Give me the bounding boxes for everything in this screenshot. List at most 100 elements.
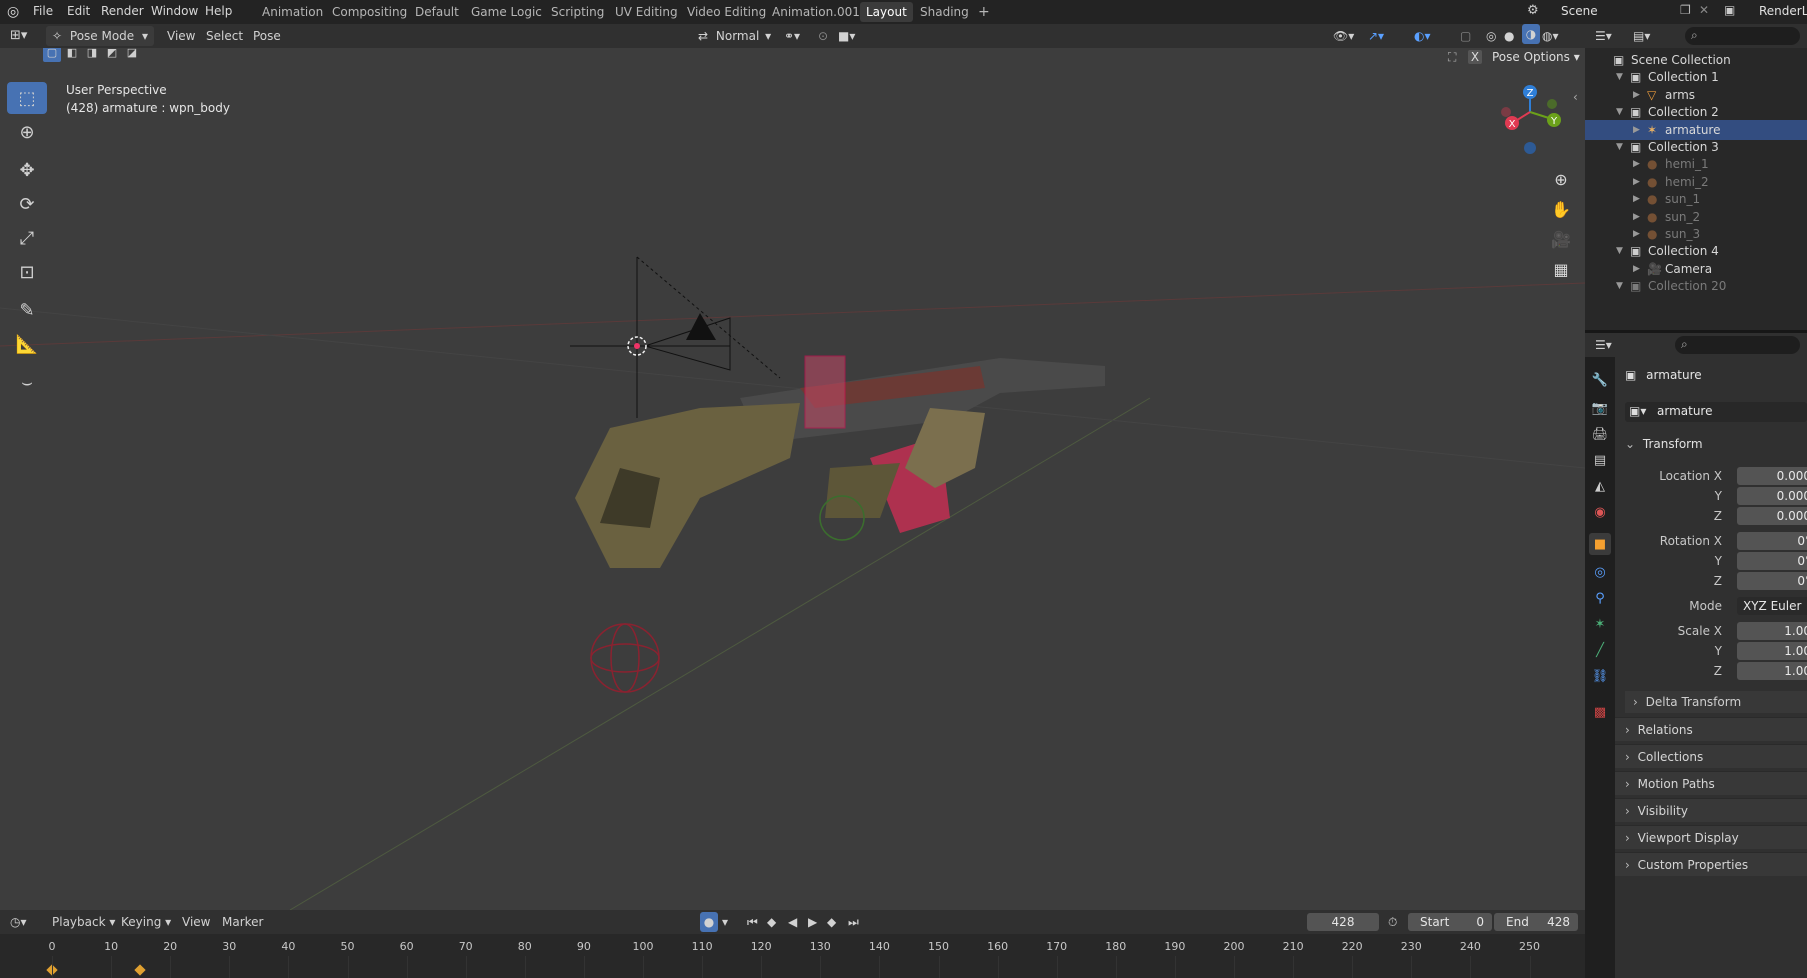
- annotate-tool[interactable]: ✎: [7, 294, 47, 326]
- select-extend-icon[interactable]: ◧: [63, 48, 81, 59]
- relations-panel[interactable]: › Relations: [1615, 717, 1807, 741]
- visibility-panel[interactable]: › Visibility: [1615, 798, 1807, 822]
- rotate-tool[interactable]: ⟳: [7, 188, 47, 220]
- copy-scene-icon[interactable]: ❐: [1680, 3, 1691, 17]
- bone-tab-icon[interactable]: ╱: [1589, 639, 1611, 661]
- transform-tool[interactable]: ⊡: [7, 256, 47, 288]
- rotation-z-field[interactable]: 0°: [1737, 572, 1807, 590]
- tab-uv-editing[interactable]: UV Editing: [609, 2, 684, 22]
- tab-default[interactable]: Default: [409, 2, 465, 22]
- tab-layout[interactable]: Layout: [860, 2, 913, 22]
- start-frame-field[interactable]: Start 0: [1408, 913, 1492, 931]
- snap-target-icon[interactable]: ■▾: [838, 26, 855, 46]
- jump-end-icon[interactable]: ⏭: [848, 912, 859, 932]
- measure-tool[interactable]: 📐: [7, 328, 47, 360]
- wireframe-shading-icon[interactable]: ◎: [1486, 26, 1496, 46]
- menu-marker[interactable]: Marker: [222, 912, 263, 932]
- menu-view[interactable]: View: [167, 26, 195, 46]
- mode-dropdown[interactable]: ✧ Pose Mode ▾: [46, 26, 154, 46]
- select-new-icon[interactable]: ▢: [43, 48, 61, 62]
- viewport-display-panel[interactable]: › Viewport Display: [1615, 825, 1807, 849]
- menu-render[interactable]: Render: [101, 0, 144, 24]
- armature-data-tab-icon[interactable]: ✶: [1589, 613, 1611, 635]
- tab-scripting[interactable]: Scripting: [545, 2, 610, 22]
- material-shading-icon[interactable]: ◑: [1522, 24, 1540, 44]
- ortho-grid-icon[interactable]: ▦: [1548, 256, 1574, 282]
- rotation-y-field[interactable]: 0°: [1737, 552, 1807, 570]
- outliner-search-input[interactable]: ⌕: [1685, 27, 1800, 45]
- tab-compositing[interactable]: Compositing: [326, 2, 413, 22]
- select-subtract-icon[interactable]: ◨: [83, 48, 101, 59]
- editor-type-icon[interactable]: ⊞▾: [10, 26, 27, 46]
- physics-tab-icon[interactable]: ◎: [1589, 561, 1611, 583]
- zoom-icon[interactable]: ⊕: [1548, 166, 1574, 192]
- bone-size-tool[interactable]: ⌣: [7, 366, 47, 398]
- view-layer-tab-icon[interactable]: ▤: [1589, 449, 1611, 471]
- constraints-tab-icon[interactable]: ⚲: [1589, 587, 1611, 609]
- add-workspace-button[interactable]: +: [972, 2, 996, 22]
- outliner-row[interactable]: ▼ ▣ Collection 20: [1585, 276, 1807, 296]
- rotation-x-field[interactable]: 0°: [1737, 532, 1807, 550]
- overlay-icon[interactable]: ◐▾: [1414, 26, 1431, 46]
- select-invert-icon[interactable]: ◩: [103, 48, 121, 59]
- disclosure-expanded-icon[interactable]: ▼: [1616, 276, 1623, 296]
- tab-shading[interactable]: Shading: [914, 2, 975, 22]
- select-box-tool[interactable]: ⬚: [7, 82, 47, 114]
- menu-edit[interactable]: Edit: [67, 0, 90, 24]
- scale-tool[interactable]: ⤢: [7, 222, 47, 254]
- location-x-field[interactable]: 0.000: [1737, 467, 1807, 485]
- scale-z-field[interactable]: 1.00: [1737, 662, 1807, 680]
- keyframe-marker[interactable]: [134, 964, 146, 976]
- display-mode-icon[interactable]: ▤▾: [1633, 26, 1650, 46]
- tab-game-logic[interactable]: Game Logic: [465, 2, 548, 22]
- custom-properties-panel[interactable]: › Custom Properties: [1615, 852, 1807, 876]
- outliner-editor-icon[interactable]: ☰▾: [1595, 26, 1612, 46]
- pan-hand-icon[interactable]: ✋: [1548, 196, 1574, 222]
- menu-select[interactable]: Select: [206, 26, 243, 46]
- end-frame-field[interactable]: End 428: [1494, 913, 1578, 931]
- rotation-mode-dropdown[interactable]: XYZ Euler: [1737, 597, 1807, 615]
- world-tab-icon[interactable]: ◉: [1589, 501, 1611, 523]
- timeline-editor-icon[interactable]: ◷▾: [10, 912, 27, 932]
- chevron-down-icon[interactable]: ▾: [722, 912, 728, 932]
- bone-constraints-tab-icon[interactable]: ⛓: [1589, 665, 1611, 687]
- delta-transform-subpanel[interactable]: › Delta Transform: [1625, 691, 1807, 713]
- stopwatch-icon[interactable]: ⏱: [1388, 912, 1397, 932]
- current-frame-field[interactable]: 428: [1307, 913, 1379, 931]
- view-layer-selector[interactable]: ▣ RenderLa: [1722, 2, 1807, 22]
- rendered-shading-icon[interactable]: ◍▾: [1542, 26, 1559, 46]
- menu-keying[interactable]: Keying ▾: [121, 912, 171, 932]
- scale-x-field[interactable]: 1.00: [1737, 622, 1807, 640]
- tab-animation[interactable]: Animation: [256, 2, 329, 22]
- navigation-gizmo[interactable]: Z Y X: [1490, 82, 1570, 162]
- sidebar-toggle-icon[interactable]: ‹: [1573, 90, 1578, 104]
- datablock-field[interactable]: ▣▾ armature: [1625, 402, 1807, 422]
- jump-start-icon[interactable]: ⏮: [747, 912, 758, 932]
- menu-window[interactable]: Window: [151, 0, 198, 24]
- tool-tab-icon[interactable]: 🔧: [1589, 369, 1611, 391]
- pose-options-button[interactable]: Pose Options ▾: [1492, 50, 1580, 64]
- snap-icon[interactable]: ⊙: [818, 26, 828, 46]
- tab-video-editing[interactable]: Video Editing: [681, 2, 772, 22]
- select-mode-toggles[interactable]: ▢ ◧ ◨ ◩ ◪: [43, 48, 139, 64]
- scene-tab-icon[interactable]: ◭: [1589, 475, 1611, 497]
- scale-y-field[interactable]: 1.00: [1737, 642, 1807, 660]
- texture-tab-icon[interactable]: ▩: [1589, 701, 1611, 723]
- close-scene-icon[interactable]: ✕: [1699, 3, 1709, 17]
- play-reverse-icon[interactable]: ◀: [788, 912, 797, 932]
- play-icon[interactable]: ▶: [808, 912, 817, 932]
- transform-panel-header[interactable]: ⌄ Transform: [1615, 433, 1807, 455]
- location-y-field[interactable]: 0.000: [1737, 487, 1807, 505]
- scene-selector[interactable]: ⚙ Scene ❐ ✕: [1525, 2, 1710, 22]
- gizmo-icon[interactable]: ↗▾: [1368, 26, 1384, 46]
- timeline[interactable]: 0 10 20 30 40 50 60 70 80 90 100 110 120 130 140 150 160…: [0, 934, 1585, 978]
- collections-panel[interactable]: › Collections: [1615, 744, 1807, 768]
- menu-file[interactable]: File: [33, 0, 53, 24]
- properties-editor-icon[interactable]: ☰▾: [1595, 335, 1612, 355]
- move-tool[interactable]: ✥: [7, 154, 47, 186]
- 3d-viewport[interactable]: ▢ ◧ ◨ ◩ ◪ ⬚ ⊕ ✥ ⟳ ⤢ ⊡ ✎ 📐 ⌣ User Perspec…: [0, 48, 1585, 910]
- prev-keyframe-icon[interactable]: ◆: [767, 912, 776, 932]
- orientation-dropdown[interactable]: ⇄ Normal ▾: [698, 26, 772, 46]
- camera-view-icon[interactable]: 🎥: [1548, 226, 1574, 252]
- blender-logo-icon[interactable]: ◎: [7, 3, 25, 21]
